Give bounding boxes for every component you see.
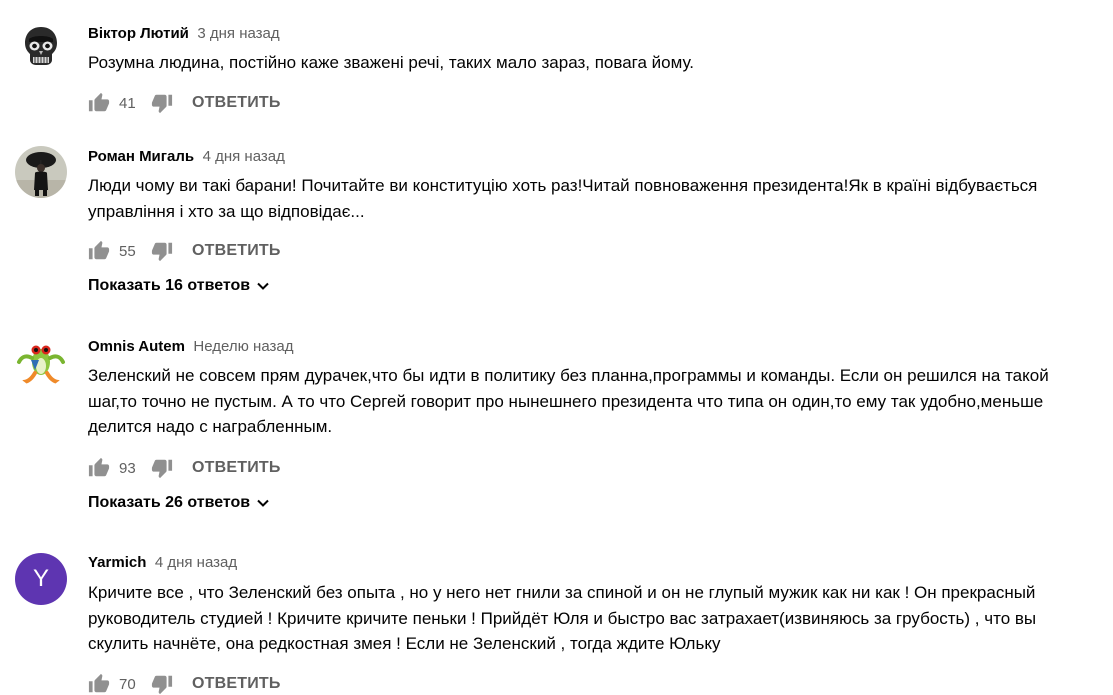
like-button[interactable] — [88, 92, 110, 114]
thumbs-down-icon — [151, 242, 173, 262]
comment-text: Кричите все , что Зеленский без опыта , … — [88, 583, 1037, 653]
frog-icon — [15, 336, 67, 388]
comment-text: Люди чому ви такі барани! Почитайте ви к… — [88, 176, 1038, 221]
like-count: 70 — [119, 675, 136, 693]
like-button[interactable] — [88, 673, 110, 695]
show-replies-label: Показать 26 ответов — [88, 494, 251, 511]
reply-button[interactable]: ОТВЕТИТЬ — [192, 675, 281, 693]
reply-button[interactable]: ОТВЕТИТЬ — [192, 242, 281, 260]
show-replies-label: Показать 16 ответов — [88, 277, 251, 294]
avatar[interactable]: Y — [15, 553, 67, 605]
comment-author[interactable]: Omnis Autem — [88, 338, 185, 355]
avatar[interactable] — [15, 20, 67, 72]
like-count: 93 — [119, 459, 136, 477]
comment-author[interactable]: Yarmich — [88, 554, 146, 571]
chevron-down-icon — [256, 496, 270, 510]
reply-button[interactable]: ОТВЕТИТЬ — [192, 94, 281, 112]
comment-time[interactable]: Неделю назад — [193, 338, 293, 355]
comment-author[interactable]: Роман Мигаль — [88, 148, 194, 165]
dislike-button[interactable] — [151, 673, 173, 695]
like-button[interactable] — [88, 240, 110, 262]
thumbs-up-icon — [88, 92, 110, 112]
thumbs-down-icon — [151, 459, 173, 479]
comment-text: Розумна людина, постійно каже зважені ре… — [88, 53, 695, 72]
thumbs-up-icon — [88, 240, 110, 260]
like-count: 55 — [119, 242, 136, 260]
comment-header: Роман Мигаль 4 дня назад — [88, 147, 285, 167]
comment-header: Віктор Лютий 3 дня назад — [88, 24, 280, 44]
show-replies-button[interactable]: Показать 16 ответов — [88, 277, 270, 295]
person-umbrella-icon — [15, 146, 67, 198]
avatar[interactable] — [15, 336, 67, 388]
chevron-down-icon — [256, 279, 270, 293]
thumbs-up-icon — [88, 673, 110, 693]
avatar[interactable] — [15, 146, 67, 198]
comment-actions: 70 ОТВЕТИТЬ — [88, 673, 281, 695]
avatar-letter: Y — [32, 565, 49, 592]
dislike-button[interactable] — [151, 457, 173, 479]
comment-author[interactable]: Віктор Лютий — [88, 25, 189, 42]
thumbs-down-icon — [151, 675, 173, 695]
dislike-button[interactable] — [151, 92, 173, 114]
like-button[interactable] — [88, 457, 110, 479]
comment-time[interactable]: 4 дня назад — [203, 148, 285, 165]
comment-actions: 93 ОТВЕТИТЬ — [88, 457, 281, 479]
comment-time[interactable]: 4 дня назад — [155, 554, 237, 571]
comment-time[interactable]: 3 дня назад — [197, 25, 279, 42]
comment-header: Yarmich 4 дня назад — [88, 553, 237, 573]
thumbs-down-icon — [151, 94, 173, 114]
comment-actions: 41 ОТВЕТИТЬ — [88, 92, 281, 114]
comment-actions: 55 ОТВЕТИТЬ — [88, 240, 281, 262]
skull-icon — [15, 20, 67, 72]
show-replies-button[interactable]: Показать 26 ответов — [88, 494, 270, 512]
reply-button[interactable]: ОТВЕТИТЬ — [192, 459, 281, 477]
like-count: 41 — [119, 94, 136, 112]
comment-text: Зеленский не совсем прям дурачек,что бы … — [88, 366, 1049, 436]
thumbs-up-icon — [88, 457, 110, 477]
comment-header: Omnis Autem Неделю назад — [88, 337, 293, 357]
dislike-button[interactable] — [151, 240, 173, 262]
